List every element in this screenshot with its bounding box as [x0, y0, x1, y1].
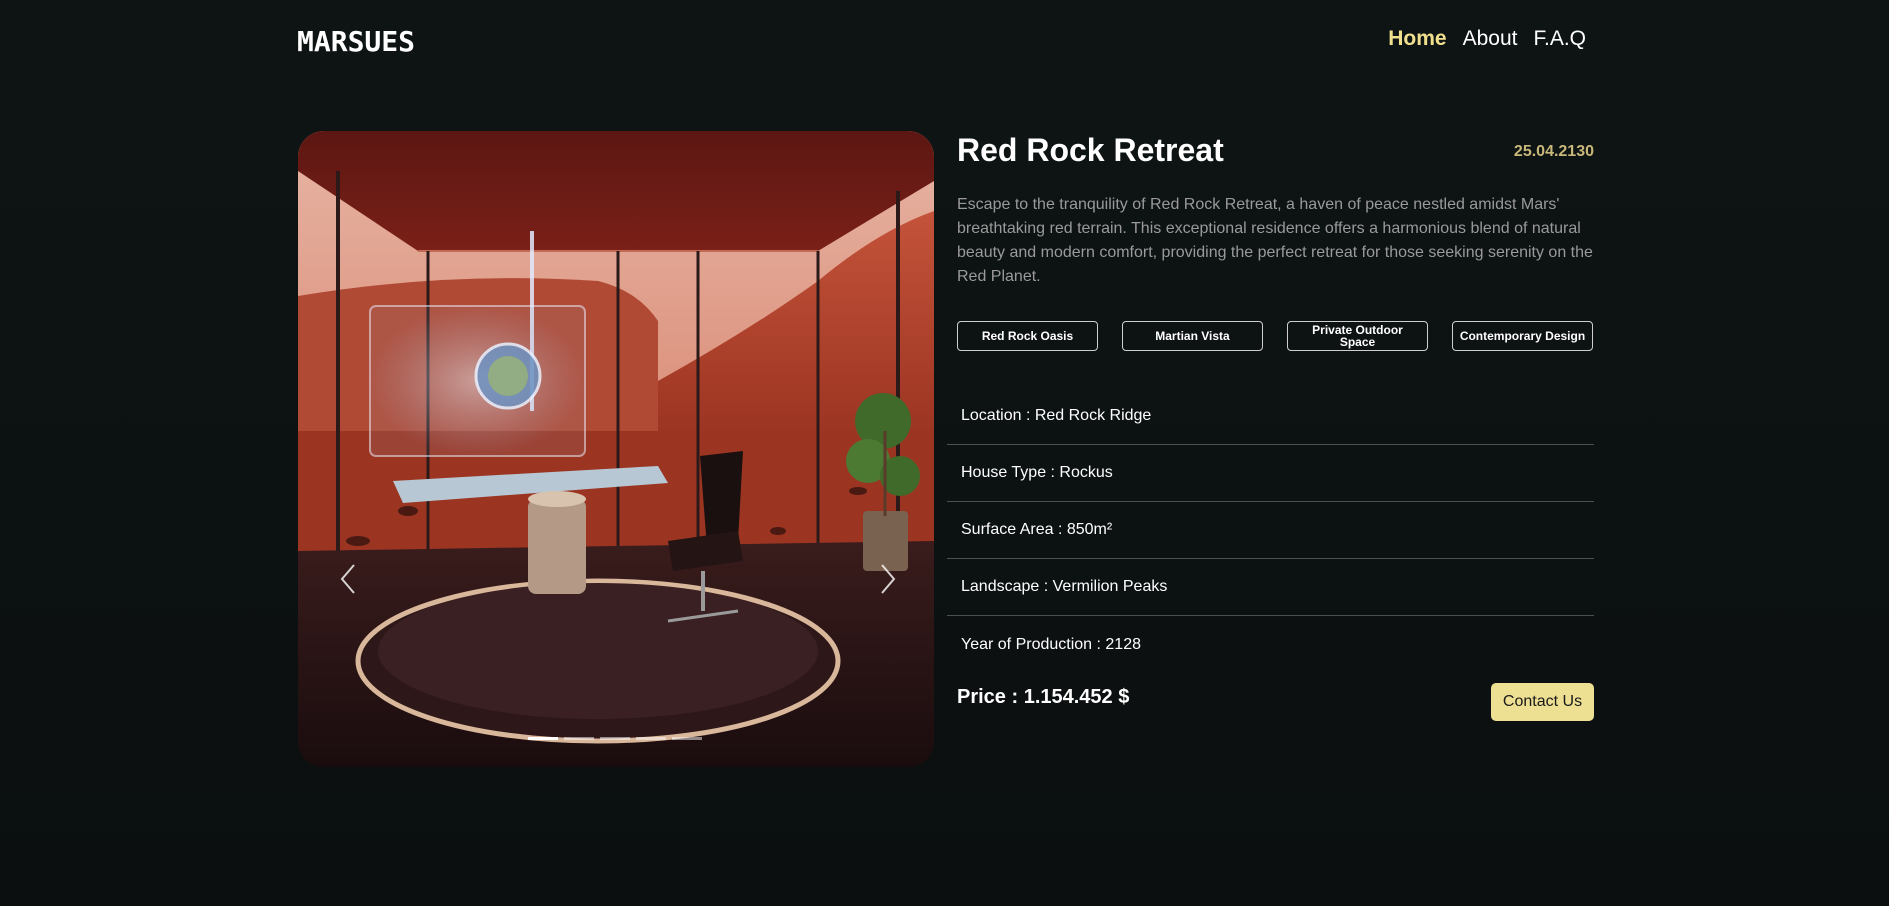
spec-location: Location : Red Rock Ridge [947, 388, 1594, 445]
spec-surface-area: Surface Area : 850m² [947, 502, 1594, 559]
property-description: Escape to the tranquility of Red Rock Re… [957, 196, 1593, 285]
carousel-next-button[interactable] [876, 561, 900, 597]
listing-date: 25.04.2130 [1513, 143, 1594, 160]
property-specs: Location : Red Rock Ridge House Type : R… [947, 388, 1594, 673]
carousel-indicators [528, 737, 702, 740]
carousel-dot[interactable] [600, 737, 630, 740]
property-price: Price : 1.154.452 $ [957, 686, 1130, 708]
property-title: Red Rock Retreat [957, 132, 1224, 168]
carousel-dot[interactable] [564, 737, 594, 740]
property-image [298, 131, 934, 767]
spec-house-type: House Type : Rockus [947, 445, 1594, 502]
spec-year-of-production: Year of Production : 2128 [961, 635, 1141, 653]
spec-landscape: Landscape : Vermilion Peaks [947, 559, 1594, 616]
tag-martian-vista[interactable]: Martian Vista [1122, 321, 1263, 351]
carousel-dot[interactable] [672, 737, 702, 740]
nav-faq-link[interactable]: F.A.Q [1533, 27, 1586, 51]
tag-red-rock-oasis[interactable]: Red Rock Oasis [957, 321, 1098, 351]
chevron-right-icon [881, 564, 896, 594]
carousel-dot[interactable] [528, 737, 558, 740]
contact-us-button[interactable]: Contact Us [1491, 683, 1594, 721]
main-nav: Home About F.A.Q [1388, 27, 1586, 51]
tag-contemporary-design[interactable]: Contemporary Design [1452, 321, 1593, 351]
image-carousel [298, 131, 934, 767]
carousel-dot[interactable] [636, 737, 666, 740]
feature-tags: Red Rock Oasis Martian Vista Private Out… [957, 321, 1593, 351]
nav-home-link[interactable]: Home [1388, 27, 1446, 51]
nav-about-link[interactable]: About [1463, 27, 1518, 51]
tag-private-outdoor-space[interactable]: Private Outdoor Space [1287, 321, 1428, 351]
carousel-prev-button[interactable] [336, 561, 360, 597]
site-logo[interactable]: MARSUES [297, 25, 415, 58]
chevron-left-icon [340, 564, 355, 594]
